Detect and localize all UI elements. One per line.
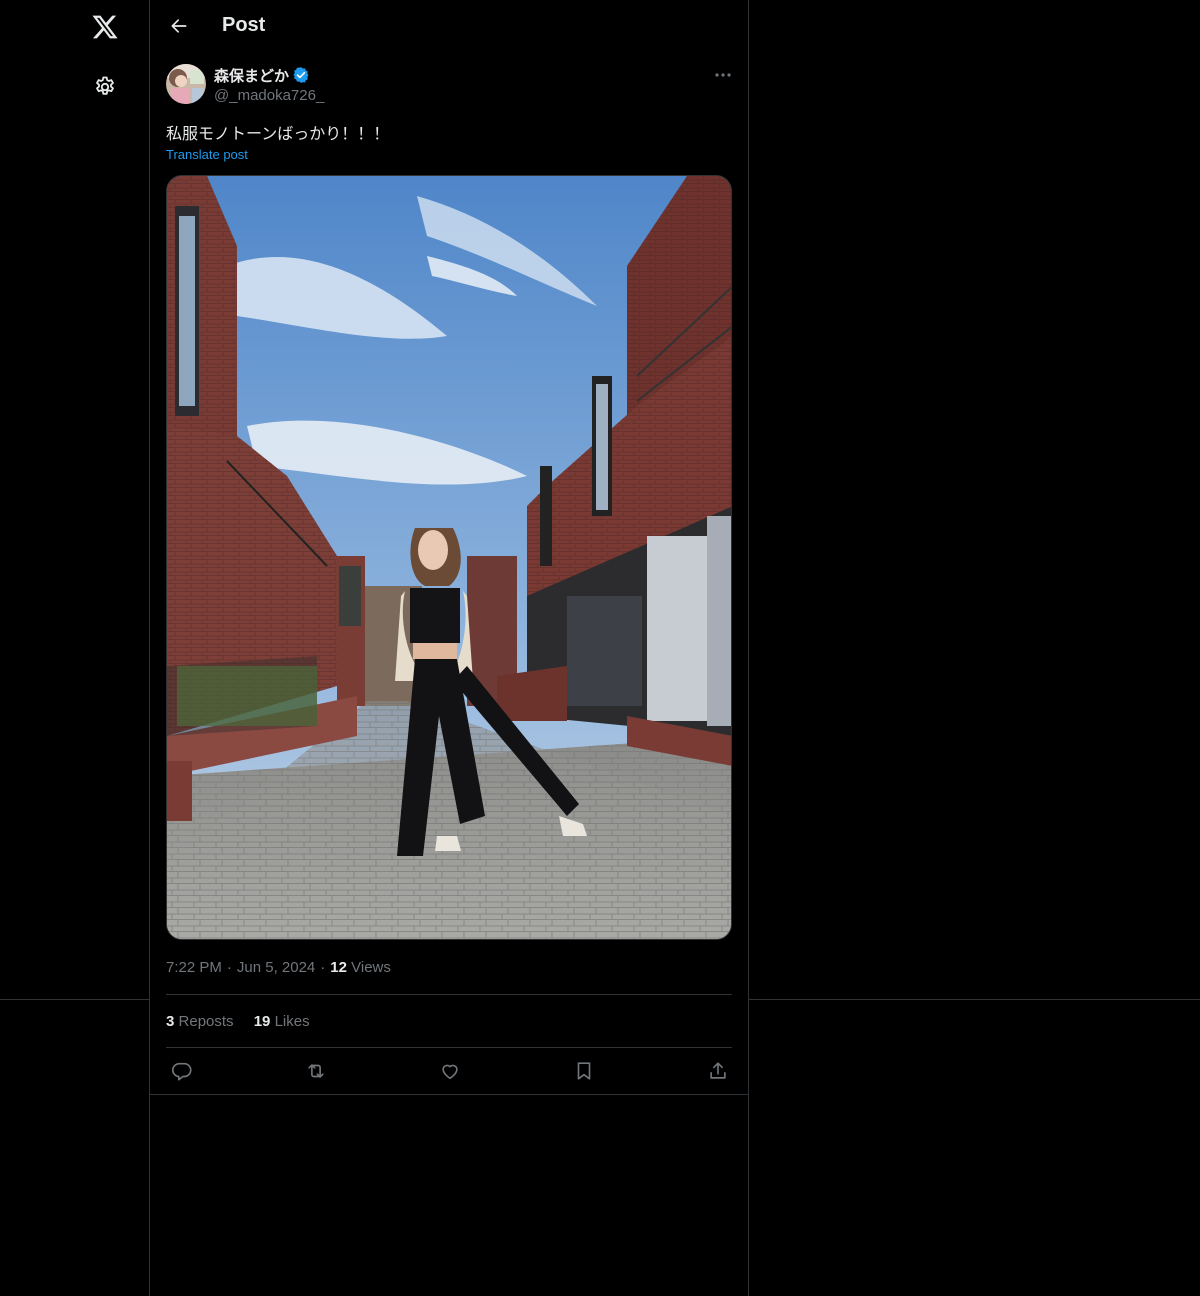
divider: [150, 1094, 748, 1095]
share-icon[interactable]: [701, 1058, 735, 1084]
reposts-stat[interactable]: 3 Reposts: [166, 1013, 234, 1030]
verified-badge-icon: [292, 66, 310, 84]
reply-icon[interactable]: [165, 1058, 199, 1084]
more-options-icon[interactable]: [710, 64, 736, 86]
bookmark-icon[interactable]: [567, 1058, 601, 1084]
divider: [166, 994, 732, 995]
post-text: 私服モノトーンばっかり！！！: [166, 124, 390, 143]
header-bar: Post: [150, 0, 748, 53]
nav-rail: [0, 0, 149, 1296]
views-count: 12: [330, 959, 347, 976]
post-media-photo[interactable]: [166, 175, 732, 940]
meta-separator: ·: [226, 959, 232, 976]
translate-post-link[interactable]: Translate post: [166, 147, 248, 162]
post-time[interactable]: 7:22 PM: [166, 959, 222, 976]
author-display-name[interactable]: 森保まどか: [214, 65, 289, 86]
divider: [0, 999, 149, 1000]
likes-count: 19: [253, 1013, 271, 1030]
likes-label: Likes: [274, 1013, 310, 1030]
arrow-left-icon[interactable]: [162, 9, 196, 43]
heart-icon[interactable]: [433, 1058, 467, 1084]
post-date[interactable]: Jun 5, 2024: [237, 959, 315, 976]
author-handle[interactable]: @_madoka726_: [214, 87, 324, 104]
avatar[interactable]: [166, 64, 206, 104]
engagement-stats: 3 Reposts 19 Likes: [166, 1013, 326, 1030]
repost-icon[interactable]: [299, 1058, 333, 1084]
divider: [166, 1047, 732, 1048]
x-logo-icon[interactable]: [83, 5, 127, 49]
views-label: Views: [351, 959, 391, 976]
meta-separator: ·: [320, 959, 326, 976]
post-column: Post 森保まどか @_madoka726_ 私服モノトーンばっかり！！！ T…: [149, 0, 749, 1296]
divider: [749, 999, 1200, 1000]
likes-stat[interactable]: 19 Likes: [254, 1013, 310, 1030]
post-meta: 7:22 PM · Jun 5, 2024 · 12 Views: [166, 959, 391, 976]
page-title: Post: [222, 14, 266, 36]
reposts-count: 3: [166, 1013, 175, 1030]
gear-icon[interactable]: [83, 65, 127, 109]
reposts-label: Reposts: [178, 1013, 234, 1030]
page: Post 森保まどか @_madoka726_ 私服モノトーンばっかり！！！ T…: [0, 0, 1200, 1296]
